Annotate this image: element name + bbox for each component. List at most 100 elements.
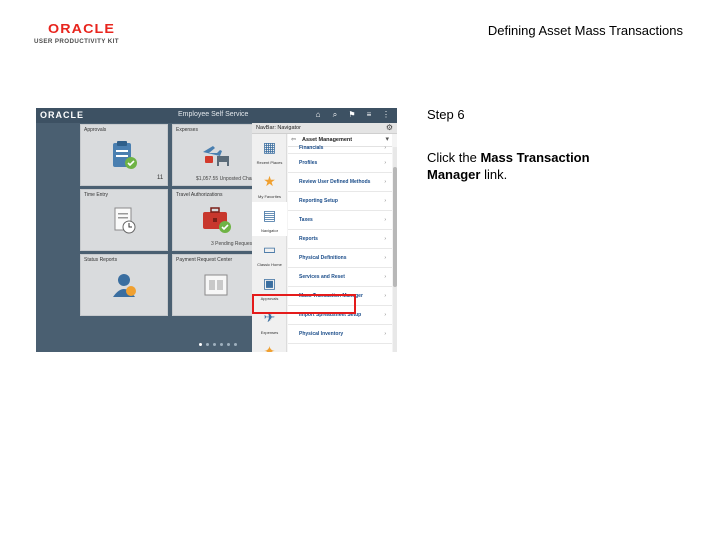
oracle-upk-logo: ORACLE USER PRODUCTIVITY KIT bbox=[34, 22, 126, 48]
sidebar-item-my-favorites[interactable]: ★ My Favorites bbox=[252, 168, 287, 202]
chevron-right-icon: › bbox=[384, 293, 386, 299]
collapse-icon[interactable]: ▾ bbox=[385, 135, 389, 143]
compass-icon: ▤ bbox=[262, 207, 277, 223]
tile-status: 3 Pending Requests bbox=[210, 241, 256, 247]
sidebar-item-recent-places[interactable]: ▦ Recent Places bbox=[252, 134, 287, 168]
back-arrow-icon[interactable]: ⇦ bbox=[291, 136, 296, 143]
logo-tagline: USER PRODUCTIVITY KIT bbox=[34, 38, 119, 45]
navbar-panel: NavBar: Navigator ⚙ ▦ Recent Places ★ My… bbox=[252, 123, 397, 352]
timesheet-icon bbox=[114, 207, 136, 234]
cart-icon: ✦ bbox=[263, 343, 276, 352]
tile-payment-request-center[interactable]: Payment Request Center bbox=[172, 254, 260, 316]
gear-icon[interactable]: ⚙ bbox=[386, 123, 393, 132]
navbar-header: NavBar: Navigator ⚙ bbox=[252, 123, 397, 134]
flag-icon[interactable]: ⚑ bbox=[347, 110, 357, 120]
tile-title: Time Entry bbox=[84, 192, 108, 198]
menu-icon[interactable]: ≡ bbox=[364, 110, 374, 120]
chevron-right-icon: › bbox=[384, 236, 386, 242]
tile-title: Status Reports bbox=[84, 257, 118, 263]
star-icon: ★ bbox=[263, 173, 276, 189]
navbar-title: NavBar: Navigator bbox=[256, 125, 301, 131]
list-item-profiles[interactable]: Profiles › bbox=[288, 154, 392, 173]
chevron-right-icon: › bbox=[384, 179, 386, 185]
page-indicator bbox=[199, 343, 237, 346]
list-item-label: Reports bbox=[299, 236, 318, 242]
tile-title: Expenses bbox=[176, 127, 198, 133]
logo-brand: ORACLE bbox=[48, 21, 115, 36]
briefcase-icon bbox=[203, 207, 231, 233]
list-item-physical-definitions[interactable]: Physical Definitions › bbox=[288, 249, 392, 268]
calendar-icon: ▦ bbox=[262, 139, 277, 155]
page-dot[interactable] bbox=[220, 343, 223, 346]
list-item-label: Review User Defined Methods bbox=[299, 179, 371, 185]
chevron-right-icon: › bbox=[384, 255, 386, 261]
page-dot[interactable] bbox=[234, 343, 237, 346]
list-item-review-user-defined-methods[interactable]: Review User Defined Methods › bbox=[288, 173, 392, 192]
list-item-label: Physical Definitions bbox=[299, 255, 347, 261]
app-title: Employee Self Service bbox=[178, 111, 249, 118]
list-item-reporting-setup[interactable]: Reporting Setup › bbox=[288, 192, 392, 211]
sidebar-item-navigator[interactable]: ▤ Navigator bbox=[252, 202, 287, 236]
payment-icon bbox=[204, 274, 228, 296]
tile-time-entry[interactable]: Time Entry bbox=[80, 189, 168, 251]
list-item-physical-inventory[interactable]: Physical Inventory › bbox=[288, 325, 392, 344]
page-dot[interactable] bbox=[199, 343, 202, 346]
app-logo: ORACLE bbox=[40, 110, 84, 120]
list-item-label: Profiles bbox=[299, 160, 318, 166]
tile-status: $1,057.55 Unposted Charg bbox=[195, 176, 256, 182]
tile-status-reports[interactable]: Status Reports bbox=[80, 254, 168, 316]
sidebar-item-label: Expenses bbox=[260, 330, 279, 335]
page-dot[interactable] bbox=[206, 343, 209, 346]
tile-title: Payment Request Center bbox=[176, 257, 233, 263]
chevron-right-icon: › bbox=[384, 160, 386, 166]
navbar-sidebar: ▦ Recent Places ★ My Favorites ▤ Navigat… bbox=[252, 134, 287, 352]
instruction-prefix: Click the bbox=[427, 150, 481, 165]
search-icon[interactable]: ⌕ bbox=[330, 110, 340, 120]
list-item-label: Physical Inventory bbox=[299, 331, 344, 337]
tile-expenses[interactable]: Expenses $1,057.55 Unposted Charg bbox=[172, 124, 260, 186]
scrollbar-thumb[interactable] bbox=[393, 167, 397, 287]
list-item-financials[interactable]: Financials › bbox=[288, 145, 392, 154]
list-item-label: Services and Reset bbox=[299, 274, 345, 280]
sidebar-item-classic-home[interactable]: ▭ Classic Home bbox=[252, 236, 287, 270]
person-icon bbox=[113, 274, 136, 297]
tile-title: Travel Authorizations bbox=[176, 192, 223, 198]
chevron-right-icon: › bbox=[384, 331, 386, 337]
home-icon[interactable]: ⌂ bbox=[313, 110, 323, 120]
application-screenshot: ORACLE Employee Self Service ⌂ ⌕ ⚑ ≡ ⋮ A… bbox=[36, 108, 397, 352]
tile-title: Approvals bbox=[84, 127, 107, 133]
list-item-reports[interactable]: Reports › bbox=[288, 230, 392, 249]
chevron-right-icon: › bbox=[384, 274, 386, 280]
target-highlight-box bbox=[252, 294, 356, 314]
sidebar-item-label: Recent Places bbox=[256, 160, 283, 165]
more-icon[interactable]: ⋮ bbox=[381, 110, 391, 120]
document-title: Defining Asset Mass Transactions bbox=[487, 23, 683, 38]
window-icon: ▭ bbox=[262, 241, 277, 257]
header-actions: ⌂ ⌕ ⚑ ≡ ⋮ bbox=[313, 110, 391, 120]
folder-title: Asset Management bbox=[302, 137, 353, 143]
tile-approvals[interactable]: Approvals 11 bbox=[80, 124, 168, 186]
sidebar-item-more[interactable]: ✦ bbox=[252, 338, 287, 352]
sidebar-item-label: Navigator bbox=[260, 228, 279, 233]
list-item-services-and-reset[interactable]: Services and Reset › bbox=[288, 268, 392, 287]
page-dot[interactable] bbox=[213, 343, 216, 346]
chevron-right-icon: › bbox=[384, 312, 386, 318]
step-instruction: Click the Mass Transaction Manager link. bbox=[427, 149, 637, 183]
chevron-right-icon: › bbox=[384, 198, 386, 204]
page-dot[interactable] bbox=[227, 343, 230, 346]
navbar-scrollbar[interactable] bbox=[393, 147, 397, 352]
clipboard-check-icon bbox=[113, 141, 137, 169]
list-item-label: Financials bbox=[299, 145, 324, 151]
app-header: ORACLE Employee Self Service ⌂ ⌕ ⚑ ≡ ⋮ bbox=[36, 108, 397, 123]
travel-icon bbox=[203, 146, 229, 166]
list-item-label: Taxes bbox=[299, 217, 313, 223]
list-item-taxes[interactable]: Taxes › bbox=[288, 211, 392, 230]
step-number: Step 6 bbox=[427, 107, 465, 122]
tile-travel-authorizations[interactable]: Travel Authorizations 3 Pending Requests bbox=[172, 189, 260, 251]
approval-icon: ▣ bbox=[262, 275, 277, 291]
list-item-label: Reporting Setup bbox=[299, 198, 338, 204]
sidebar-item-label: Classic Home bbox=[257, 262, 282, 267]
instruction-suffix: link. bbox=[480, 167, 508, 182]
navigator-list: ⇦ Asset Management ▾ Financials › Profil… bbox=[288, 134, 392, 352]
chevron-right-icon: › bbox=[384, 145, 386, 151]
